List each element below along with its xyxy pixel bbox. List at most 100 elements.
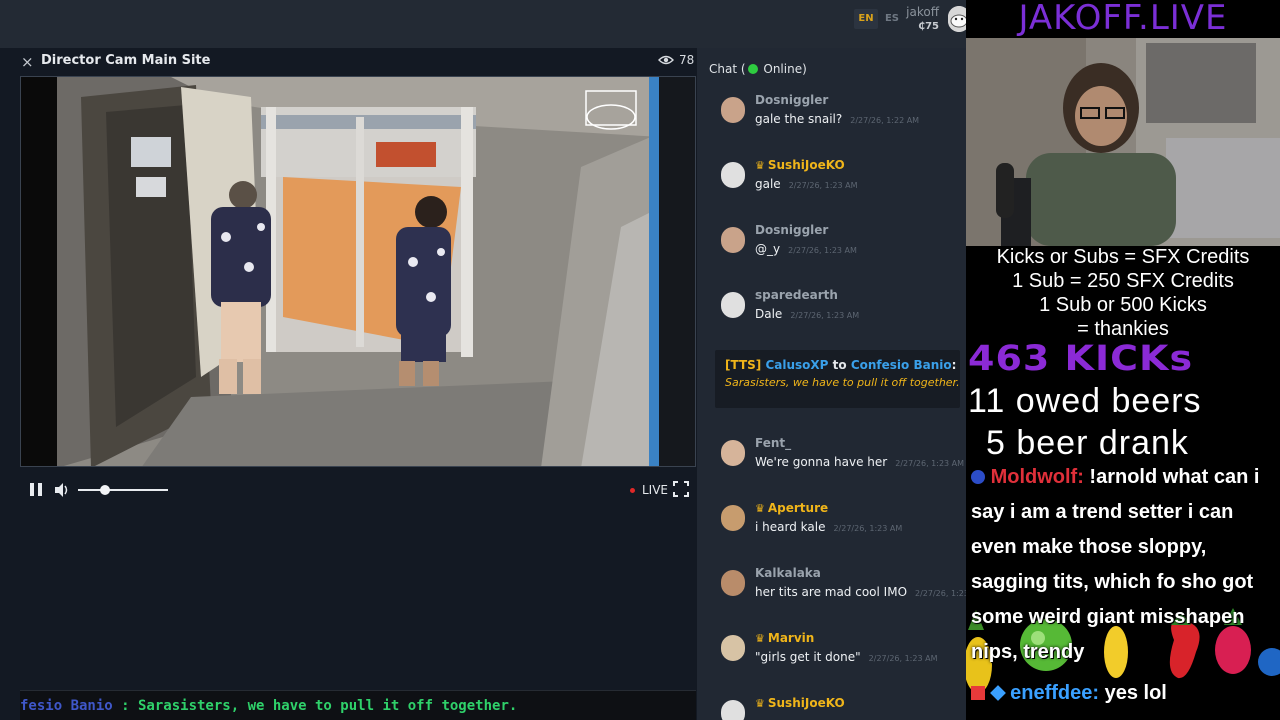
- beers-drank: 5 beer drank: [986, 424, 1189, 462]
- chat-text: gale 2/27/26, 1:23 AM: [755, 177, 858, 191]
- volume-slider[interactable]: [78, 489, 168, 491]
- online-status-icon: [747, 64, 758, 74]
- chat-username-text: sparedearth: [755, 288, 838, 302]
- chat-message: Dosniggler @_y 2/27/26, 1:23 AM: [697, 223, 966, 273]
- username-label[interactable]: jakoff: [905, 5, 939, 19]
- chat-message-text: "girls get it done": [755, 650, 861, 664]
- ticker-text: fesio Banio : Sarasisters, we have to pu…: [20, 698, 517, 714]
- viewer-count: 78: [679, 53, 695, 67]
- volume-slider-knob[interactable]: [100, 485, 110, 495]
- chat-message-text: Dale: [755, 307, 783, 321]
- chat-text: We're gonna have her 2/27/26, 1:23 AM: [755, 455, 964, 469]
- chat-username[interactable]: ♛ SushiJoeKO: [755, 696, 845, 710]
- chat-header: Chat ( Online): [709, 62, 807, 76]
- sfx-info-line-2: 1 Sub = 250 SFX Credits: [1012, 270, 1234, 292]
- camera-scene-image: [21, 77, 695, 466]
- chat-avatar[interactable]: [721, 292, 745, 318]
- video-panel: × Director Cam Main Site 78 LIVE fesio B…: [0, 48, 697, 720]
- chat-message: Dosniggler gale the snail? 2/27/26, 1:22 A…: [697, 93, 966, 143]
- chat-text: "girls get it done" 2/27/26, 1:23 AM: [755, 650, 937, 664]
- kicks-counter: 463 KICKs: [968, 338, 1194, 379]
- chat-timestamp: 2/27/26, 1:23 AM: [788, 246, 857, 255]
- tts-sender[interactable]: CalusoXP: [765, 358, 828, 372]
- chat-text: Dale 2/27/26, 1:23 AM: [755, 307, 859, 321]
- tts-to-word: to: [832, 358, 847, 372]
- chat-username-text: Fent_: [755, 436, 792, 450]
- chat-username-text: SushiJoeKO: [767, 158, 845, 172]
- chat-username[interactable]: Kalkalaka: [755, 566, 821, 580]
- tts-recipient[interactable]: Confesio Banio: [851, 358, 952, 372]
- chat-message-text: i heard kale: [755, 520, 826, 534]
- chat-message-text: gale the snail?: [755, 112, 843, 126]
- chat-avatar[interactable]: [721, 227, 745, 253]
- stream-overlay: JAKOFF.LIVE Kicks or Subs = SFX Credits …: [966, 0, 1280, 720]
- chat-title: Chat (: [709, 62, 746, 76]
- close-player-button[interactable]: ×: [21, 53, 34, 71]
- chat-timestamp: 2/27/26, 1:22 AM: [850, 116, 920, 125]
- tts-tag: [TTS]: [725, 358, 762, 372]
- chat-avatar[interactable]: [721, 97, 745, 123]
- user-badge-icon: [971, 470, 985, 484]
- chat-timestamp: 2/27/26, 1:23 AM: [868, 654, 938, 663]
- tts-colon: :: [951, 358, 957, 372]
- player-controls: LIVE: [20, 478, 696, 502]
- chat-username[interactable]: ♛ SushiJoeKO: [755, 158, 845, 172]
- chat-username[interactable]: Dosniggler: [755, 223, 828, 237]
- chat-text: @_y 2/27/26, 1:23 AM: [755, 242, 857, 256]
- credit-balance: ₵75: [918, 21, 939, 32]
- tts-message: Sarasisters, we have to pull it off toge…: [725, 376, 960, 389]
- chat-message-text: her tits are mad cool IMO: [755, 585, 908, 599]
- chat-message: ♛ Aperture i heard kale 2/27/26, 1:23 AM: [697, 501, 966, 551]
- chat-username[interactable]: ♛ Marvin: [755, 631, 814, 645]
- fullscreen-icon[interactable]: [673, 481, 689, 497]
- chat-username[interactable]: sparedearth: [755, 288, 838, 302]
- chat-avatar[interactable]: [721, 700, 745, 720]
- chat-avatar[interactable]: [721, 162, 745, 188]
- language-es-button[interactable]: ES: [880, 9, 904, 29]
- chat-panel: Chat ( Online) Dosniggler gale the snail?…: [697, 48, 966, 720]
- overlay-chat-message: Moldwolf: !arnold what can i say i am a …: [971, 460, 1280, 670]
- chat-text: i heard kale 2/27/26, 1:23 AM: [755, 520, 902, 534]
- chat-message: Fent_ We're gonna have her 2/27/26, 1:23 A…: [697, 436, 966, 486]
- live-indicator-dot: [630, 488, 635, 493]
- crown-icon: ♛: [755, 632, 765, 645]
- chat-avatar[interactable]: [721, 570, 745, 596]
- chat-username-text: Marvin: [767, 631, 815, 645]
- ticker-name: fesio Banio: [20, 698, 113, 714]
- watermelon-icon: [971, 686, 985, 700]
- chat-username-text: Dosniggler: [755, 93, 829, 107]
- crown-icon: ♛: [755, 502, 765, 515]
- sfx-info-line-1: Kicks or Subs = SFX Credits: [996, 246, 1250, 268]
- chat-avatar[interactable]: [721, 635, 745, 661]
- chat-text: her tits are mad cool IMO 2/27/26, 1:23 A…: [755, 585, 966, 599]
- chat-avatar[interactable]: [721, 505, 745, 531]
- chat-avatar[interactable]: [721, 440, 745, 466]
- ticker-message: : Sarasisters, we have to pull it off to…: [112, 698, 518, 714]
- chat-text: [755, 715, 763, 720]
- video-feed[interactable]: [20, 76, 696, 467]
- chat-timestamp: 2/27/26, 1:23 AM: [895, 459, 965, 468]
- crown-icon: ♛: [755, 697, 765, 710]
- chat-message: sparedearth Dale 2/27/26, 1:23 AM: [697, 288, 966, 338]
- pause-icon: [30, 483, 34, 496]
- chat-message: Kalkalaka her tits are mad cool IMO 2/27/2…: [697, 566, 966, 616]
- chat-timestamp: 2/27/26, 1:23 AM: [788, 181, 858, 190]
- chat-message-text: gale: [755, 177, 781, 191]
- chat-username-text: Dosniggler: [755, 223, 829, 237]
- chat-timestamp: 2/27/26, 1:23 AM: [833, 524, 903, 533]
- language-en-button[interactable]: EN: [854, 9, 878, 29]
- chat-username-text: SushiJoeKO: [767, 696, 845, 710]
- chat-username[interactable]: ♛ Aperture: [755, 501, 828, 515]
- webcam-feed: [966, 38, 1280, 246]
- overlay-chat-username-2: eneffdee:: [1010, 682, 1100, 704]
- chat-message: ♛ SushiJoeKO gale 2/27/26, 1:23 AM: [697, 158, 966, 208]
- cube-icon: [989, 685, 1006, 701]
- chat-message-text: We're gonna have her: [755, 455, 888, 469]
- chat-timestamp: 2/27/26, 1:23 AM: [790, 311, 860, 320]
- volume-icon[interactable]: [53, 481, 71, 499]
- chat-username[interactable]: Fent_: [755, 436, 791, 450]
- chat-username[interactable]: Dosniggler: [755, 93, 828, 107]
- pause-button[interactable]: [30, 483, 42, 496]
- camera-title: Director Cam Main Site: [41, 53, 211, 68]
- chat-header-suffix: ): [802, 62, 807, 76]
